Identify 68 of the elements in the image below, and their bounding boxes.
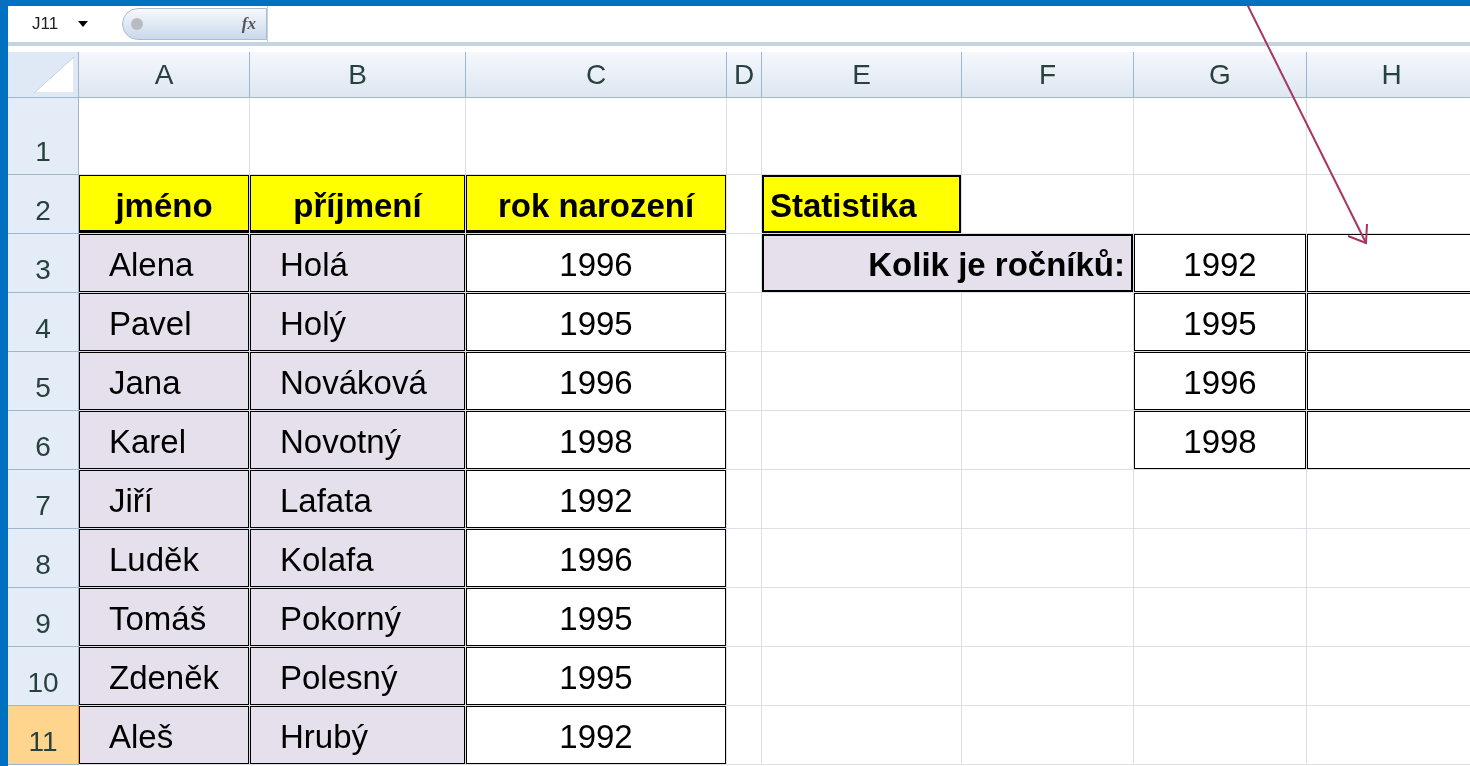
name-box[interactable]: J11 (8, 14, 96, 34)
year-cell: 1996 (466, 234, 727, 293)
year-cell: 1992 (1134, 234, 1307, 293)
column-header[interactable]: F (962, 52, 1134, 98)
table-cell: Pavel (79, 293, 250, 352)
column-header[interactable]: G (1134, 52, 1307, 98)
empty-cell (727, 352, 762, 411)
table-cell: Polesný (250, 647, 466, 706)
column-header[interactable]: E (762, 52, 962, 98)
year-cell: 1996 (1134, 352, 1307, 411)
table-cell: Alena (79, 234, 250, 293)
year-cell: 1998 (466, 411, 727, 470)
table-cell: Tomáš (79, 588, 250, 647)
row-header[interactable]: 5 (8, 352, 79, 411)
empty-cell (727, 470, 762, 529)
table-cell: Lafata (250, 470, 466, 529)
table-cell: Nováková (250, 352, 466, 411)
year-cell: 1995 (1134, 293, 1307, 352)
dropdown-caret-icon[interactable] (78, 21, 88, 27)
table-cell: Jiří (79, 470, 250, 529)
row-header[interactable]: 6 (8, 411, 79, 470)
column-heading-cell: jméno (79, 175, 250, 234)
year-cell: 1998 (1134, 411, 1307, 470)
row-header[interactable]: 2 (8, 175, 79, 234)
table-cell: Zdeněk (79, 647, 250, 706)
empty-cell (727, 529, 762, 588)
row-header[interactable]: 4 (8, 293, 79, 352)
empty-cell (727, 647, 762, 706)
row-header[interactable]: 9 (8, 588, 79, 647)
empty-cell (727, 588, 762, 647)
table-cell: Karel (79, 411, 250, 470)
year-cell: 1995 (466, 588, 727, 647)
year-cell: 1996 (466, 352, 727, 411)
column-header[interactable]: C (466, 52, 727, 98)
table-cell: Jana (79, 352, 250, 411)
column-header[interactable]: D (727, 52, 762, 98)
table-cell: Pokorný (250, 588, 466, 647)
insert-function-button[interactable]: fx (122, 8, 267, 40)
title-cell: Statistika (762, 175, 962, 234)
row-header[interactable]: 3 (8, 234, 79, 293)
column-header[interactable]: A (79, 52, 250, 98)
year-cell: 1992 (466, 470, 727, 529)
knob-icon (131, 18, 143, 30)
year-cell: 1996 (466, 529, 727, 588)
table-cell: Hrubý (250, 706, 466, 765)
year-cell: 1995 (466, 647, 727, 706)
label-cell: Kolik je ročníků: (762, 234, 1134, 293)
select-all-button[interactable] (8, 52, 79, 98)
empty-cell (727, 706, 762, 765)
empty-cell (727, 411, 762, 470)
row-header[interactable]: 1 (8, 98, 79, 175)
year-cell: 1995 (466, 293, 727, 352)
empty-cell (727, 293, 762, 352)
table-cell: Holý (250, 293, 466, 352)
table-cell: Novotný (250, 411, 466, 470)
table-cell: Kolafa (250, 529, 466, 588)
column-header[interactable]: B (250, 52, 466, 98)
row-header[interactable]: 8 (8, 529, 79, 588)
row-header[interactable]: 10 (8, 647, 79, 706)
row-header[interactable]: 7 (8, 470, 79, 529)
table-cell: Holá (250, 234, 466, 293)
table-cell: Aleš (79, 706, 250, 765)
column-heading-cell: rok narození (466, 175, 727, 234)
column-heading-cell: příjmení (250, 175, 466, 234)
table-cell: Luděk (79, 529, 250, 588)
column-header[interactable]: H (1307, 52, 1470, 98)
row-header[interactable]: 11 (8, 706, 79, 765)
year-cell: 1992 (466, 706, 727, 765)
